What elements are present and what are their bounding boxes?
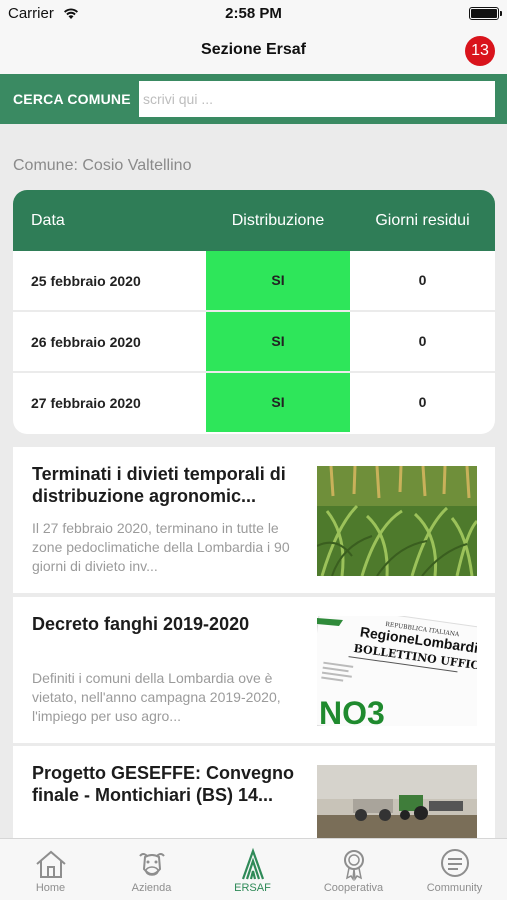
table-header: Data Distribuzione Giorni residui <box>13 190 495 251</box>
column-header-date: Data <box>31 212 65 229</box>
news-title: Terminati i divieti temporali di distrib… <box>32 464 286 506</box>
table-row: 25 febbraio 2020 SI 0 <box>13 251 495 310</box>
news-title: Progetto GESEFFE: Convegno finale - Mont… <box>32 763 295 805</box>
row-distribution: SI <box>206 251 350 310</box>
tab-label: Home <box>35 882 66 894</box>
chat-icon <box>441 849 469 877</box>
news-excerpt: Il 27 febbraio 2020, terminano in tutte … <box>32 520 290 574</box>
tab-label: Community <box>426 882 483 894</box>
cow-icon <box>139 853 165 876</box>
search-label: CERCA COMUNE <box>13 91 131 107</box>
cornfield-image <box>317 466 477 576</box>
row-date: 25 febbraio 2020 <box>31 273 141 289</box>
row-date: 26 febbraio 2020 <box>31 334 141 350</box>
news-title: Decreto fanghi 2019-2020 <box>32 614 250 634</box>
navigation-bar: Sezione Ersaf 13 <box>0 28 507 74</box>
distribution-table: Data Distribuzione Giorni residui 25 feb… <box>13 190 495 434</box>
tab-label: Cooperativa <box>323 882 384 894</box>
tab-label: ERSAF <box>234 882 271 894</box>
news-card[interactable]: Decreto fanghi 2019-2020 Definiti i comu… <box>13 597 495 743</box>
home-icon <box>36 850 66 878</box>
news-excerpt: Definiti i comuni della Lombardia ove è … <box>32 670 281 724</box>
row-distribution: SI <box>206 312 350 371</box>
status-bar: Carrier 2:58 PM <box>0 0 507 28</box>
row-days-left: 0 <box>418 272 427 288</box>
ersaf-logo-icon <box>241 847 265 880</box>
tab-cooperativa[interactable]: Cooperativa <box>303 839 404 900</box>
row-distribution: SI <box>206 373 350 432</box>
page-title: Sezione Ersaf <box>201 41 306 58</box>
table-row: 26 febbraio 2020 SI 0 <box>13 312 495 371</box>
tab-label: Azienda <box>131 882 172 894</box>
search-bar: CERCA COMUNE <box>0 74 507 124</box>
tractor-field-image <box>317 765 477 838</box>
column-header-distribution: Distribuzione <box>231 212 325 229</box>
news-card[interactable]: Terminati i divieti temporali di distrib… <box>13 447 495 593</box>
tab-ersaf[interactable]: ERSAF <box>202 839 303 900</box>
status-time: 2:58 PM <box>225 5 282 22</box>
tab-community[interactable]: Community <box>404 839 505 900</box>
notification-badge[interactable]: 13 <box>465 36 495 66</box>
award-icon <box>344 850 364 881</box>
row-date: 27 febbraio 2020 <box>31 395 141 411</box>
comune-label: Comune: Cosio Valtellino <box>13 157 192 174</box>
news-card[interactable]: Progetto GESEFFE: Convegno finale - Mont… <box>13 746 495 838</box>
tab-home[interactable]: Home <box>0 839 101 900</box>
tab-bar: Home Azienda ERSAF Cooperativa Community <box>0 838 507 900</box>
row-days-left: 0 <box>418 333 427 349</box>
bulletin-text-4: NO3 <box>319 695 385 726</box>
bollettino-ufficiale-image: REPUBBLICA ITALIANA RegioneLombardia BOL… <box>317 616 477 726</box>
tab-azienda[interactable]: Azienda <box>101 839 202 900</box>
battery-icon <box>469 7 502 20</box>
search-input[interactable] <box>139 81 495 117</box>
column-header-days-left: Giorni residui <box>375 212 470 229</box>
table-row: 27 febbraio 2020 SI 0 <box>13 373 495 432</box>
row-days-left: 0 <box>418 394 427 410</box>
